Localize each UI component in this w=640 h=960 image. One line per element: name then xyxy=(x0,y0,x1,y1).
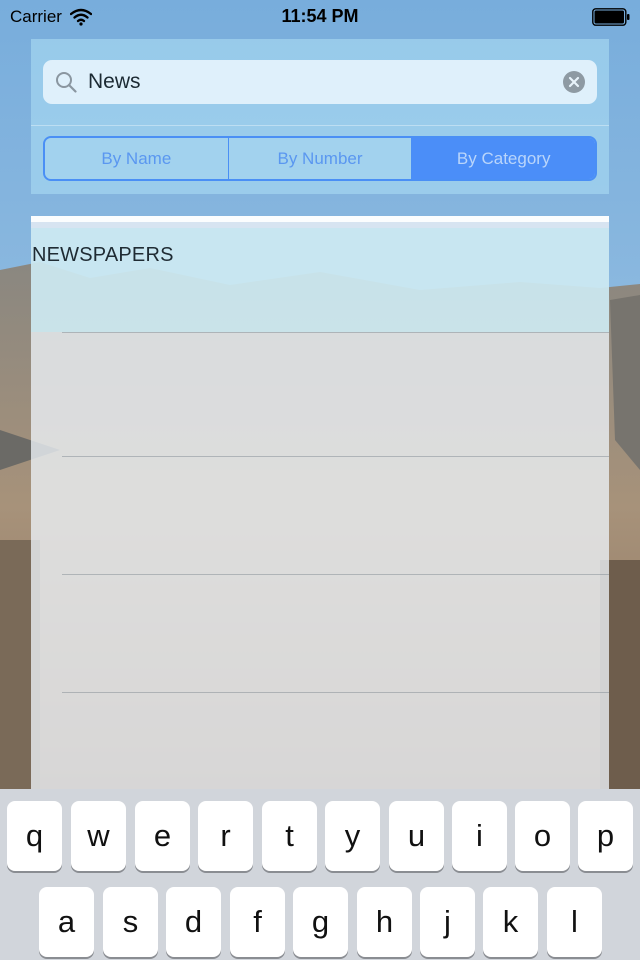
search-icon xyxy=(56,72,77,93)
key-k[interactable]: k xyxy=(483,887,538,957)
key-o[interactable]: o xyxy=(515,801,570,871)
status-time: 11:54 PM xyxy=(281,6,359,26)
key-y[interactable]: y xyxy=(325,801,380,871)
key-s[interactable]: s xyxy=(103,887,158,957)
key-u[interactable]: u xyxy=(389,801,444,871)
list-item[interactable] xyxy=(31,457,609,574)
key-g[interactable]: g xyxy=(293,887,348,957)
key-p[interactable]: p xyxy=(578,801,633,871)
key-a[interactable]: a xyxy=(39,887,94,957)
key-l[interactable]: l xyxy=(547,887,602,957)
segment-by-category[interactable]: By Category xyxy=(411,138,595,179)
key-f[interactable]: f xyxy=(230,887,285,957)
search-panel: By Name By Number By Category xyxy=(31,39,609,194)
segment-by-name[interactable]: By Name xyxy=(45,138,228,179)
status-bar: Carrier 11:54 PM xyxy=(0,0,640,36)
key-q[interactable]: q xyxy=(7,801,62,871)
section-title: NEWSPAPERS xyxy=(32,244,174,266)
list-item[interactable] xyxy=(31,575,609,692)
keyboard-row-2: a s d f g h j k l xyxy=(0,887,640,957)
results-list[interactable]: NEWSPAPERS xyxy=(31,216,609,790)
list-item[interactable] xyxy=(31,333,609,456)
key-i[interactable]: i xyxy=(452,801,507,871)
key-e[interactable]: e xyxy=(135,801,190,871)
key-w[interactable]: w xyxy=(71,801,126,871)
key-d[interactable]: d xyxy=(166,887,221,957)
key-j[interactable]: j xyxy=(420,887,475,957)
keyboard: q w e r t y u i o p a s d f g h j k l xyxy=(0,789,640,960)
search-input[interactable] xyxy=(88,66,548,98)
keyboard-row-1: q w e r t y u i o p xyxy=(0,801,640,871)
section-header: NEWSPAPERS xyxy=(31,228,609,332)
key-t[interactable]: t xyxy=(262,801,317,871)
sort-segmented-control: By Name By Number By Category xyxy=(43,136,597,181)
key-h[interactable]: h xyxy=(357,887,412,957)
row-separator xyxy=(62,692,609,693)
search-bar[interactable] xyxy=(43,60,597,104)
segment-by-number[interactable]: By Number xyxy=(227,138,412,179)
panel-divider xyxy=(31,125,609,126)
battery-icon xyxy=(592,8,630,26)
key-r[interactable]: r xyxy=(198,801,253,871)
clear-icon[interactable] xyxy=(563,71,585,93)
